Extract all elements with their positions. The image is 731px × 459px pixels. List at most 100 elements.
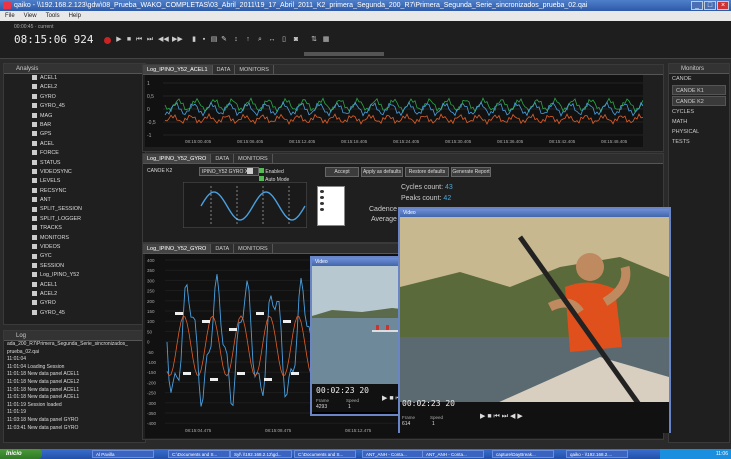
menu-view[interactable]: View bbox=[24, 11, 37, 21]
options-box[interactable] bbox=[317, 186, 345, 226]
maximize-button[interactable]: □ bbox=[704, 1, 716, 10]
analysis-tree-item[interactable]: FORCE bbox=[32, 149, 145, 158]
x-tick-label: 08:15:24.405 bbox=[393, 139, 420, 144]
tab-data[interactable]: DATA bbox=[213, 65, 236, 74]
menu-tools[interactable]: Tools bbox=[46, 11, 60, 21]
analysis-tree-item[interactable]: Log_IPINO_Y52 bbox=[32, 271, 145, 280]
monitor-item-math[interactable]: MATH bbox=[669, 117, 729, 127]
play-icon[interactable]: ▶ bbox=[115, 36, 123, 44]
monitor-item-tests[interactable]: TESTS bbox=[669, 137, 729, 147]
fit-icon[interactable]: ▯ bbox=[280, 36, 288, 44]
taskbar-item[interactable]: qaiko - \\192.168.2.... bbox=[566, 450, 628, 458]
menu-file[interactable]: File bbox=[5, 11, 15, 21]
monitor-item-canoe[interactable]: CANOE bbox=[669, 74, 729, 84]
cursor-icon[interactable]: ↑ bbox=[244, 36, 252, 44]
tab-data[interactable]: DATA bbox=[211, 244, 235, 253]
analysis-tree-label: SESSION bbox=[40, 262, 64, 269]
taskbar-item[interactable]: Al Pavilla bbox=[92, 450, 154, 458]
analysis-tree-item[interactable]: GYRO bbox=[32, 93, 145, 102]
sync-icon[interactable]: ⇅ bbox=[310, 36, 318, 44]
close-button[interactable]: × bbox=[717, 1, 729, 10]
automode-checkbox[interactable] bbox=[259, 176, 264, 181]
taskbar-item[interactable]: Syl\ \\192.168.2.12\gd... bbox=[230, 450, 292, 458]
tab-data[interactable]: DATA bbox=[211, 154, 235, 163]
start-button[interactable]: Inicio bbox=[0, 449, 42, 459]
edit-icon[interactable]: ✎ bbox=[220, 36, 228, 44]
analysis-tree-item[interactable]: GYRO_45 bbox=[32, 309, 145, 318]
x-tick-label: 08:15:08.475 bbox=[265, 428, 292, 433]
monitor-item-physical[interactable]: PHYSICAL bbox=[669, 127, 729, 137]
chevron-down-icon[interactable] bbox=[247, 168, 253, 174]
minimize-button[interactable]: _ bbox=[691, 1, 703, 10]
analysis-tree-item[interactable]: GYRO bbox=[32, 299, 145, 308]
analysis-tree-item[interactable]: ANT bbox=[32, 196, 145, 205]
skip-back-icon[interactable]: ⏮ bbox=[135, 36, 143, 44]
record-icon[interactable] bbox=[104, 37, 111, 44]
analysis-tree-item[interactable]: GYRO_45 bbox=[32, 102, 145, 111]
analysis-tree-item[interactable]: TRACKS bbox=[32, 224, 145, 233]
layout-icon[interactable]: ▤ bbox=[210, 36, 218, 44]
taskbar-item[interactable]: ANT_ANH - Conta... bbox=[362, 450, 424, 458]
marker-icon[interactable]: ↕ bbox=[232, 36, 240, 44]
analysis-tree-item[interactable]: MONITORS bbox=[32, 234, 145, 243]
x-tick-label: 08:15:12.475 bbox=[345, 428, 372, 433]
analysis-tree-item[interactable]: SPLIT_SESSION bbox=[32, 205, 145, 214]
accept-button[interactable]: Accept bbox=[325, 167, 359, 177]
tab-monitors[interactable]: MONITORS bbox=[234, 244, 273, 253]
monitor-item-cycles[interactable]: CYCLES bbox=[669, 107, 729, 117]
apply-defaults-button[interactable]: Apply as defaults bbox=[361, 167, 403, 177]
grid-icon[interactable]: ▦ bbox=[322, 36, 330, 44]
analysis-tree-item[interactable]: SESSION bbox=[32, 262, 145, 271]
analysis-tree-item[interactable]: ACEL2 bbox=[32, 290, 145, 299]
analysis-tree-item[interactable]: STATUS bbox=[32, 159, 145, 168]
screenshot-icon[interactable]: ◙ bbox=[292, 36, 300, 44]
video-large-transport[interactable]: ▶ ■ ⏮ ⏭ ◀ ▶ bbox=[480, 412, 523, 421]
save-icon[interactable]: ▪ bbox=[200, 36, 208, 44]
taskbar-item[interactable]: C:\Documents and S... bbox=[168, 450, 230, 458]
y-tick-label: -300 bbox=[147, 401, 157, 406]
tab-gyro[interactable]: Log_IPINO_Y52_GYRO bbox=[143, 244, 212, 253]
taskbar-item[interactable]: C:\Documents and S... bbox=[294, 450, 356, 458]
tab-monitors[interactable]: MONITORS bbox=[235, 65, 274, 74]
tab-monitors[interactable]: MONITORS bbox=[234, 154, 273, 163]
log-line: 11:01:18 New data panel ACEL2 bbox=[7, 378, 80, 385]
monitor-item-canoe-k1[interactable]: CANOE K1 bbox=[672, 85, 726, 95]
restore-defaults-button[interactable]: Restore defaults bbox=[405, 167, 449, 177]
rewind-icon[interactable]: ◀◀ bbox=[158, 36, 169, 44]
analysis-tree-item[interactable]: GPS bbox=[32, 130, 145, 139]
analysis-tree-item[interactable]: BAR bbox=[32, 121, 145, 130]
zoom-icon[interactable]: ⌕ bbox=[256, 36, 264, 44]
taskbar-item[interactable]: capture\DayBreak... bbox=[492, 450, 554, 458]
timeline-scrollbar[interactable] bbox=[304, 52, 384, 56]
analysis-tree-item[interactable]: MAG bbox=[32, 112, 145, 121]
subtab-canoe-k2[interactable]: CANOE K2 bbox=[147, 168, 172, 174]
range-icon[interactable]: ↔ bbox=[268, 36, 276, 44]
tab-gyro[interactable]: Log_IPINO_Y52_GYRO bbox=[143, 154, 212, 163]
analysis-tree-item[interactable]: LEVELS bbox=[32, 177, 145, 186]
analysis-tree-item[interactable]: ACEL bbox=[32, 140, 145, 149]
stop-icon[interactable]: ■ bbox=[125, 36, 133, 44]
analysis-tree-item[interactable]: SPLIT_LOGGER bbox=[32, 215, 145, 224]
generate-report-button[interactable]: Generate Report bbox=[451, 167, 491, 177]
y-tick-label: 200 bbox=[147, 299, 155, 304]
analysis-tree-item[interactable]: ACEL2 bbox=[32, 83, 145, 92]
valley-marker bbox=[183, 372, 191, 375]
menu-help[interactable]: Help bbox=[69, 11, 81, 21]
analysis-tree-item[interactable]: VIDEOSYNC bbox=[32, 168, 145, 177]
skip-forward-icon[interactable]: ⏭ bbox=[146, 36, 154, 44]
analysis-tree-item[interactable]: ACEL1 bbox=[32, 74, 145, 83]
analysis-panel-title: Analysis bbox=[4, 64, 145, 74]
analysis-tree-item[interactable]: ACEL1 bbox=[32, 281, 145, 290]
analysis-tree-item[interactable]: GYC bbox=[32, 252, 145, 261]
open-icon[interactable]: ▮ bbox=[190, 36, 198, 44]
tab-acel1[interactable]: Log_IPINO_Y52_ACEL1 bbox=[143, 65, 213, 74]
analysis-tree-item[interactable]: RECSYNC bbox=[32, 187, 145, 196]
sensor-icon bbox=[32, 140, 37, 146]
acel-chart[interactable]: 1 0,5 0 -0,5 -1 08:15:00.405 08:15:06.405 08:15… bbox=[145, 75, 643, 147]
enabled-checkbox[interactable] bbox=[259, 168, 264, 173]
fast-forward-icon[interactable]: ▶▶ bbox=[172, 36, 183, 44]
cadence-label: Cadence bbox=[369, 206, 398, 213]
taskbar-item[interactable]: ANT_ANH - Conta... bbox=[422, 450, 484, 458]
monitor-item-canoe-k2[interactable]: CANOE K2 bbox=[672, 96, 726, 106]
analysis-tree-item[interactable]: VIDEOS bbox=[32, 243, 145, 252]
